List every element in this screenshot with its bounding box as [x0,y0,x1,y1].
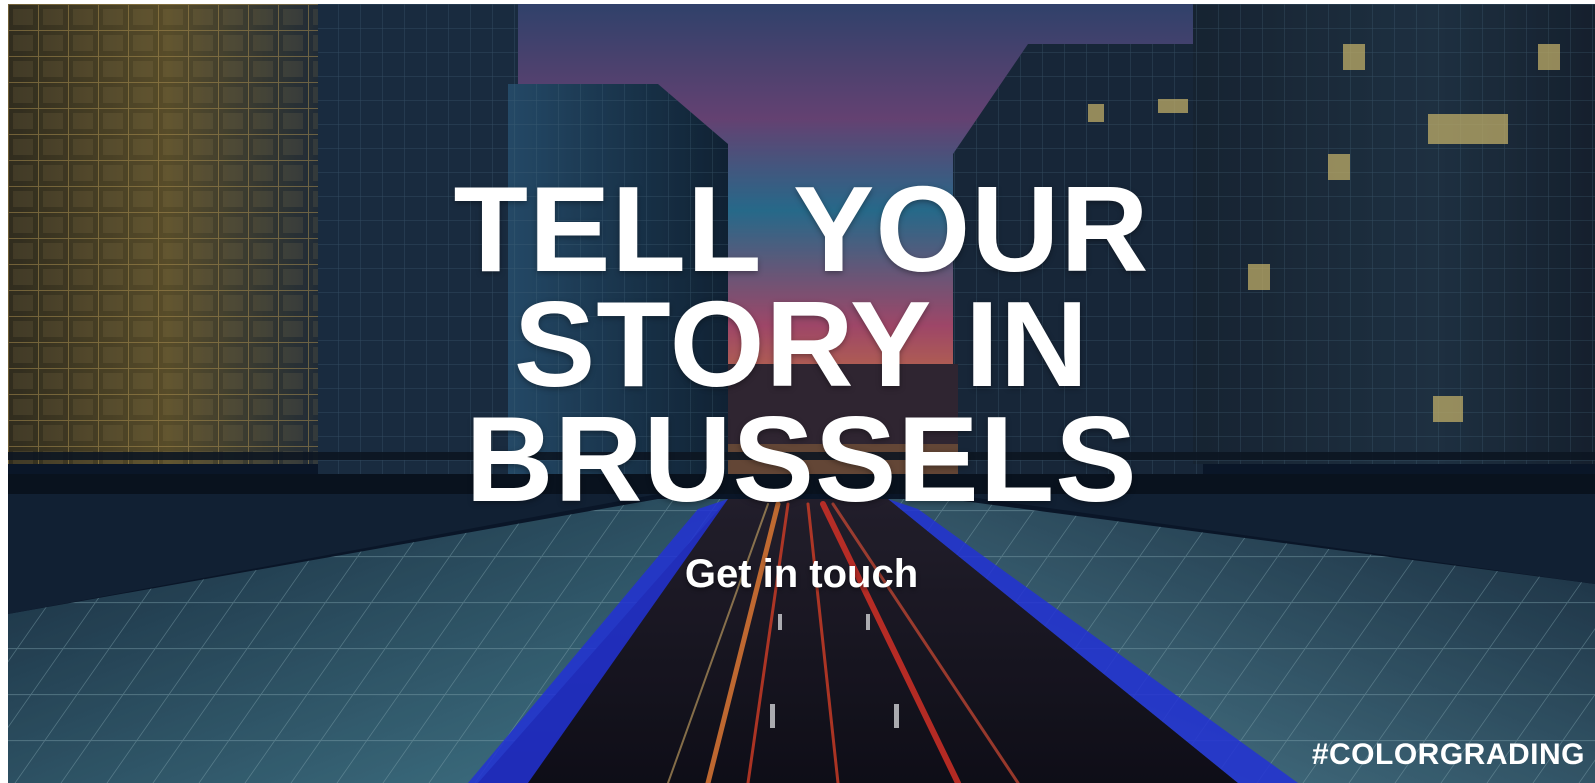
headline-line-3: BRUSSELS [465,391,1138,527]
hero-banner: TELL YOUR STORY IN BRUSSELS Get in touch… [8,4,1595,783]
hashtag-label: #COLORGRADING [1311,738,1585,771]
get-in-touch-label: Get in touch [684,552,919,596]
headline-line-2: STORY IN [513,276,1090,412]
get-in-touch-link[interactable]: Get in touch [8,544,1595,604]
headline-line-1: TELL YOUR [453,161,1150,297]
